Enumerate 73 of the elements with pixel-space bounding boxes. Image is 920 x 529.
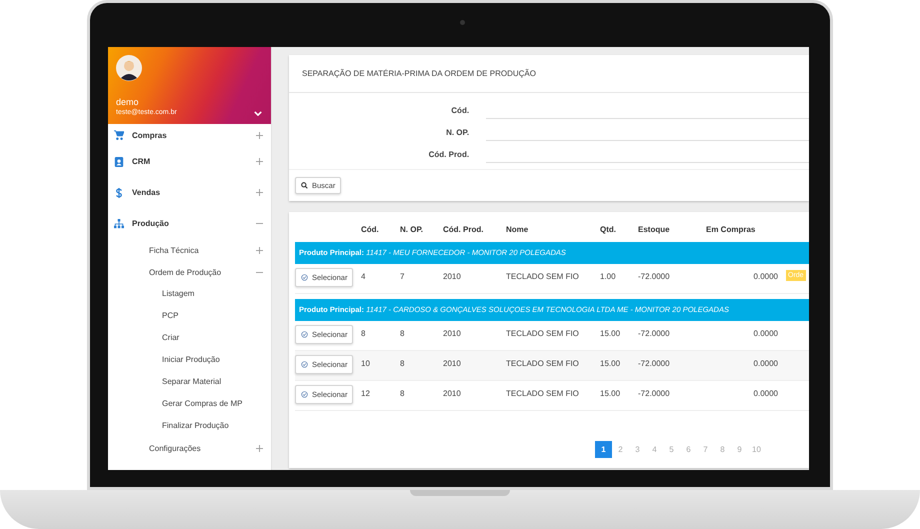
check-circle-icon [301,331,308,338]
table-cell-text: TECLADO SEM FIO [506,271,580,281]
table-cell-text: 8 [400,358,406,368]
minus-icon [256,220,263,227]
table-cell-text: 1.00 [600,271,617,281]
table-cell-text: 0.0000 [752,328,778,338]
plus-icon [256,444,263,452]
menu-item[interactable]: Ficha Técnica [108,239,271,261]
table-cell-text: 15.00 [600,328,622,338]
column-header: Em Compras [706,225,756,234]
table-cell-text: 4 [361,271,366,281]
check-circle-icon [301,391,308,398]
table-cell-text: TECLADO SEM FIO [506,388,580,398]
menu-item[interactable]: Ordem de Produção [108,261,271,283]
table-cell-text: 8 [361,328,366,338]
menu-item[interactable]: Produção [108,208,271,239]
check-circle-icon [301,361,308,368]
table-cell-text: 15.00 [600,358,622,368]
table-cell-text: TECLADO SEM FIO [506,328,580,338]
user-name: demo [116,97,140,107]
sitemap-icon [114,218,124,228]
table-cell-text: -72.0000 [638,388,671,398]
table-cell-text: 8 [400,388,406,398]
menu-item[interactable]: Compras [108,124,271,146]
page-link[interactable]: 1 [595,441,612,458]
table-cell-text: -72.0000 [638,271,671,281]
table-cell-text: 10 [361,358,371,368]
menu-item[interactable]: Vendas [108,177,271,208]
table-cell-text: 0.0000 [752,358,778,368]
plus-icon [256,189,263,196]
table-cell-text: 7 [400,271,406,281]
contact-card-icon [114,156,124,166]
table-cell-text: -72.0000 [638,358,671,368]
table-cell-text: 8 [400,328,406,338]
menu-item[interactable]: Iniciar Produção [108,349,271,371]
menu-item[interactable]: PCP [108,305,271,327]
card-title: SEPARAÇÃO DE MATÉRIA-PRIMA DA ORDEM DE PRODUÇÃO [289,55,809,93]
menu-item[interactable]: Finalizar Produção [108,415,271,437]
avatar-icon [116,55,142,81]
menu-item[interactable]: Separar Material [108,371,271,393]
dollar-icon [114,188,124,198]
column-header: Estoque [638,225,671,234]
camera-icon [460,20,465,25]
plus-icon [256,246,263,254]
chevron-down-icon[interactable] [254,111,262,116]
menu-item[interactable]: Criar [108,327,271,349]
table-cell-text: -72.0000 [638,328,671,338]
menu-item[interactable]: CRM [108,146,271,177]
menu-item[interactable]: Listagem [108,283,271,305]
column-header: N. OP. [400,225,424,234]
column-header: Nome [506,225,530,234]
field-label: N. OP. [445,128,470,136]
field-label: Cód. Prod. [428,150,470,158]
field-label: Cód. [450,106,470,114]
table-cell-text: 12 [361,388,371,398]
search-icon [301,182,308,189]
table-cell-text: 0.0000 [752,271,778,281]
column-header: Cód. [361,225,380,234]
cart-icon [114,130,124,140]
check-circle-icon [301,274,308,281]
table-cell-text: 15.00 [600,388,622,398]
plus-icon [256,158,263,165]
table-cell-text: 2010 [443,328,462,338]
plus-icon [256,132,263,138]
table-cell-text: 2010 [443,388,462,398]
column-header: Qtd. [600,225,617,234]
menu-item[interactable]: Gerar Compras de MP [108,393,271,415]
table-cell-text: 0.0000 [752,388,778,398]
table-cell-text: 2010 [443,271,462,281]
table-cell-text: 2010 [443,358,462,368]
column-header: Cód. Prod. [443,225,484,234]
table-cell-text: TECLADO SEM FIO [506,358,580,368]
menu-item[interactable]: Configurações [108,437,271,459]
